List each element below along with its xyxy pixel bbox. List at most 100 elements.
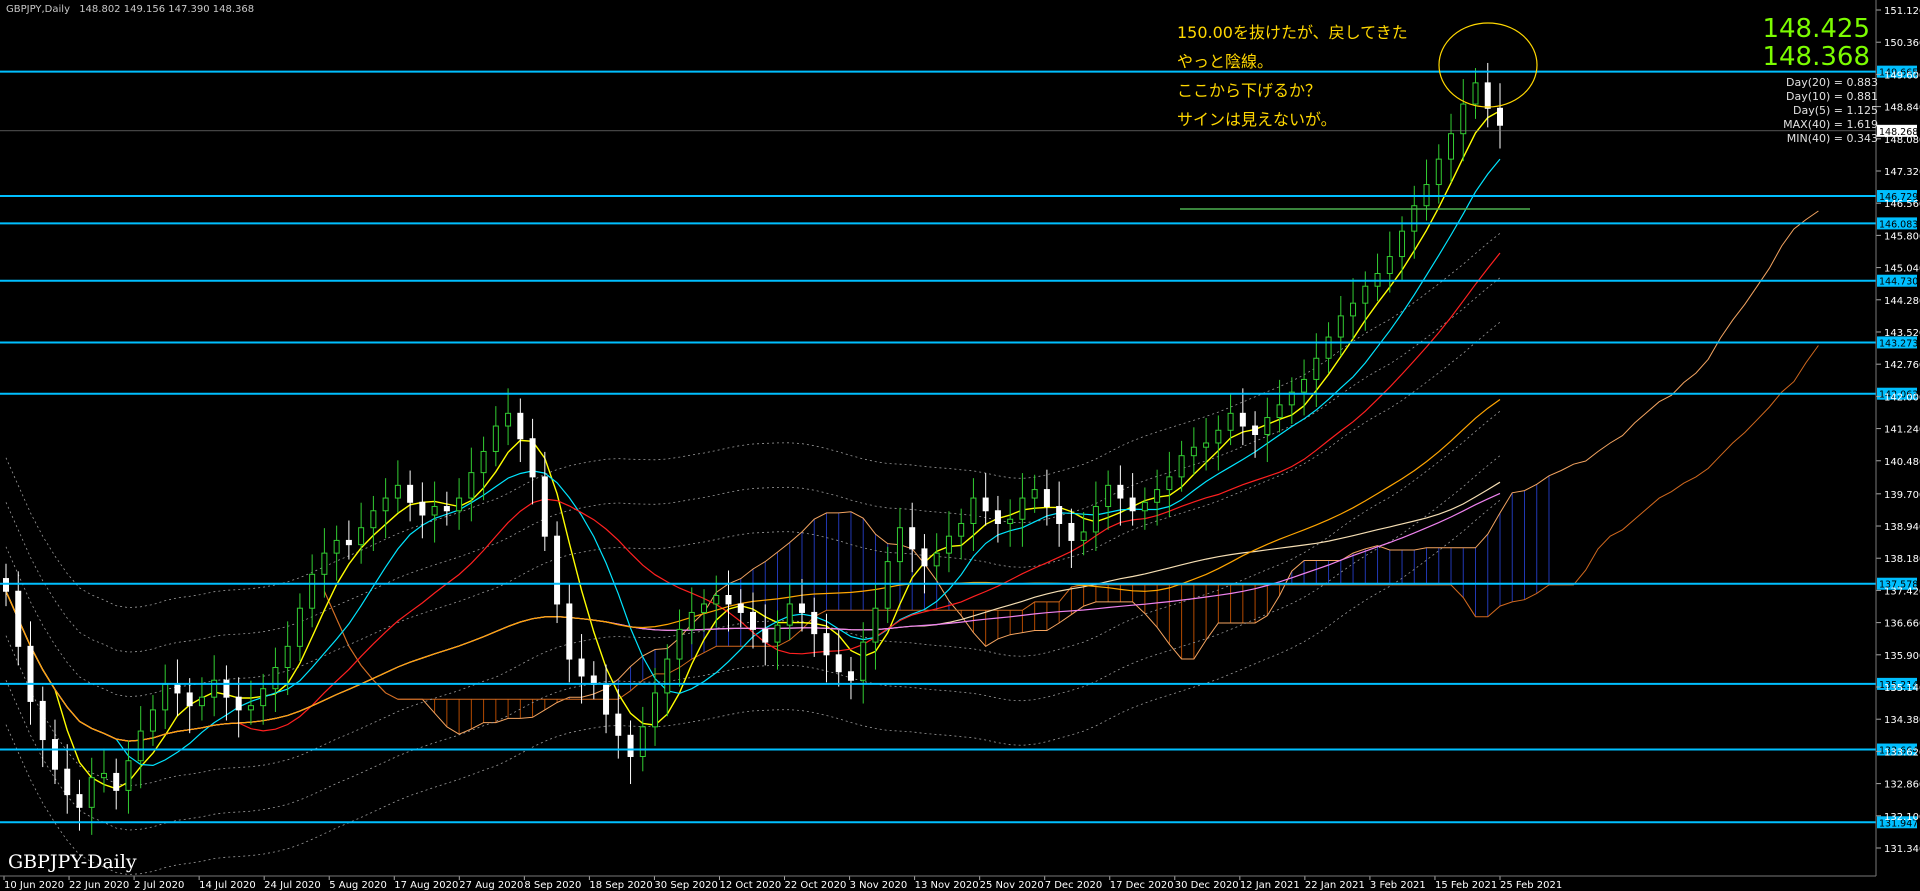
price-tick-label: 145.800 bbox=[1884, 231, 1920, 242]
candle-body bbox=[223, 679, 230, 698]
ma-line bbox=[5, 158, 1501, 767]
candle-body bbox=[1166, 476, 1173, 491]
candle-body bbox=[51, 739, 58, 770]
candle-body bbox=[713, 594, 720, 605]
candle-body bbox=[762, 628, 769, 643]
candle-body bbox=[627, 734, 634, 757]
time-tick-label: 22 Oct 2020 bbox=[785, 880, 847, 891]
candle-body bbox=[1325, 336, 1332, 359]
time-tick-label: 30 Sep 2020 bbox=[654, 880, 717, 891]
candle-body bbox=[578, 658, 585, 677]
time-tick-label: 8 Sep 2020 bbox=[524, 880, 581, 891]
candle-body bbox=[358, 527, 365, 546]
candle-body bbox=[811, 611, 818, 635]
candle-body bbox=[774, 624, 781, 643]
price-axis: 148.268151.120150.360149.600148.840148.0… bbox=[0, 6, 1920, 855]
level-label: 144.730 bbox=[1879, 277, 1918, 288]
candle-body bbox=[994, 510, 1001, 524]
candle-body bbox=[321, 552, 328, 575]
span-a-line bbox=[323, 210, 1819, 735]
candle-body bbox=[88, 777, 95, 808]
annotation-line-1: 150.00を抜けたが、戻してきた bbox=[1177, 23, 1408, 42]
candle-body bbox=[345, 539, 352, 546]
time-tick-label: 22 Jan 2021 bbox=[1305, 880, 1365, 891]
price-chart[interactable]: 149.665146.729146.083144.730143.273142.0… bbox=[0, 0, 1920, 891]
price-tick-label: 150.360 bbox=[1884, 38, 1920, 49]
candle-body bbox=[443, 506, 450, 512]
candle-body bbox=[615, 713, 622, 736]
candle-body bbox=[149, 709, 156, 732]
candle-body bbox=[750, 611, 756, 630]
price-tick-label: 143.520 bbox=[1884, 328, 1920, 339]
chart-watermark: GBPJPY-Daily bbox=[8, 851, 137, 873]
time-tick-label: 25 Feb 2021 bbox=[1500, 880, 1562, 891]
candle-body bbox=[725, 594, 732, 605]
candle-body bbox=[872, 607, 879, 643]
candle-body bbox=[174, 683, 181, 694]
candle-body bbox=[3, 578, 9, 592]
time-tick-label: 14 Jul 2020 bbox=[199, 880, 256, 891]
candle-body bbox=[1264, 417, 1271, 436]
price-tick-label: 132.100 bbox=[1884, 812, 1920, 823]
time-tick-label: 10 Jun 2020 bbox=[4, 880, 64, 891]
ichimoku-cloud bbox=[323, 210, 1819, 735]
price-tick-label: 138.180 bbox=[1884, 554, 1920, 565]
candle-body bbox=[1056, 506, 1063, 524]
price-tick-label: 142.000 bbox=[1884, 392, 1920, 403]
candle-body bbox=[517, 412, 524, 440]
candle-body bbox=[958, 522, 965, 537]
candle-body bbox=[1472, 82, 1479, 105]
time-tick-label: 22 Jun 2020 bbox=[69, 880, 129, 891]
candle-body bbox=[27, 645, 34, 702]
candle-body bbox=[1203, 442, 1210, 448]
time-tick-label: 24 Jul 2020 bbox=[264, 880, 321, 891]
stat-day5: Day(5) = 1.125 bbox=[1792, 104, 1878, 117]
candle-body bbox=[1435, 158, 1442, 186]
candle-body bbox=[835, 654, 842, 673]
symbol-label: GBPJPY,Daily bbox=[6, 4, 70, 15]
time-tick-label: 15 Feb 2021 bbox=[1435, 880, 1497, 891]
candle-body bbox=[566, 603, 573, 660]
candle-body bbox=[529, 438, 536, 478]
price-tick-label: 132.860 bbox=[1884, 780, 1920, 791]
candle-body bbox=[15, 590, 22, 647]
time-axis: 10 Jun 2020 22 Jun 2020 2 Jul 2020 14 Jul 2… bbox=[3, 876, 1562, 891]
candle-body bbox=[603, 683, 610, 715]
candle-body bbox=[541, 476, 548, 537]
annotation-line-4: サインは見えないが。 bbox=[1177, 110, 1337, 129]
candle-body bbox=[1448, 133, 1455, 160]
candle-body bbox=[309, 573, 316, 609]
time-tick-label: 5 Aug 2020 bbox=[329, 880, 387, 891]
candle-body bbox=[260, 688, 267, 707]
price-tick-label: 135.900 bbox=[1884, 651, 1920, 662]
candle-body bbox=[1460, 103, 1467, 135]
candle-body bbox=[1129, 497, 1136, 512]
ma-line bbox=[5, 252, 1501, 742]
candle-body bbox=[333, 539, 340, 554]
candle-body bbox=[1276, 404, 1283, 419]
candle-body bbox=[480, 450, 487, 474]
candle-body bbox=[235, 696, 242, 711]
candle-body bbox=[211, 679, 218, 698]
last-price: 148.368 bbox=[1762, 42, 1870, 72]
candle-body bbox=[100, 772, 107, 779]
horizontal-levels[interactable]: 149.665146.729146.083144.730143.273142.0… bbox=[0, 65, 1918, 830]
time-tick-label: 3 Nov 2020 bbox=[850, 880, 908, 891]
price-tick-label: 141.240 bbox=[1884, 425, 1920, 436]
price-tick-label: 148.080 bbox=[1884, 135, 1920, 146]
candle-body bbox=[921, 548, 928, 567]
candle-body bbox=[896, 527, 903, 563]
candle-body bbox=[272, 667, 279, 690]
candle-body bbox=[1484, 82, 1491, 109]
candle-body bbox=[1141, 501, 1148, 512]
candle-body bbox=[676, 628, 683, 660]
candle-body bbox=[554, 535, 561, 605]
candle-body bbox=[1105, 484, 1112, 508]
candle-body bbox=[186, 692, 193, 707]
candle-body bbox=[468, 472, 475, 499]
candle-body bbox=[284, 645, 291, 669]
candle-body bbox=[1215, 429, 1222, 444]
candle-body bbox=[492, 425, 499, 452]
candle-body bbox=[1497, 107, 1503, 126]
candle-body bbox=[1313, 357, 1320, 380]
